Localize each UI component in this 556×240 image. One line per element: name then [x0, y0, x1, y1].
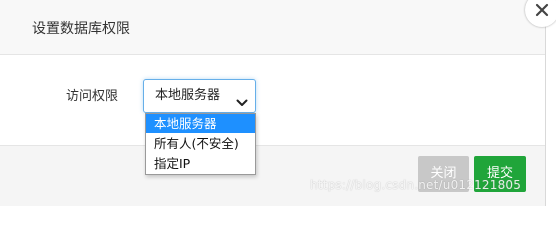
- close-icon: [535, 3, 549, 17]
- access-permission-dropdown: 本地服务器 所有人(不安全) 指定IP: [145, 113, 256, 175]
- dialog-title: 设置数据库权限: [32, 21, 130, 37]
- access-permission-label: 访问权限: [66, 89, 119, 104]
- close-button[interactable]: 关闭: [418, 156, 469, 192]
- submit-button[interactable]: 提交: [474, 156, 526, 192]
- option-specified-ip[interactable]: 指定IP: [146, 154, 255, 173]
- chevron-down-icon: [236, 92, 248, 111]
- option-local-server[interactable]: 本地服务器: [146, 114, 255, 133]
- option-everyone-unsafe[interactable]: 所有人(不安全): [146, 134, 255, 153]
- page: 设置数据库权限 访问权限 本地服务器 关闭 提交 本地服务器 所有人(不安全) …: [0, 0, 556, 206]
- permission-dialog: 设置数据库权限 访问权限 本地服务器 关闭 提交 本地服务器 所有人(不安全) …: [0, 0, 546, 206]
- access-permission-select[interactable]: 本地服务器: [143, 79, 256, 113]
- select-current-value: 本地服务器: [155, 88, 221, 103]
- dialog-header: 设置数据库权限: [0, 0, 545, 55]
